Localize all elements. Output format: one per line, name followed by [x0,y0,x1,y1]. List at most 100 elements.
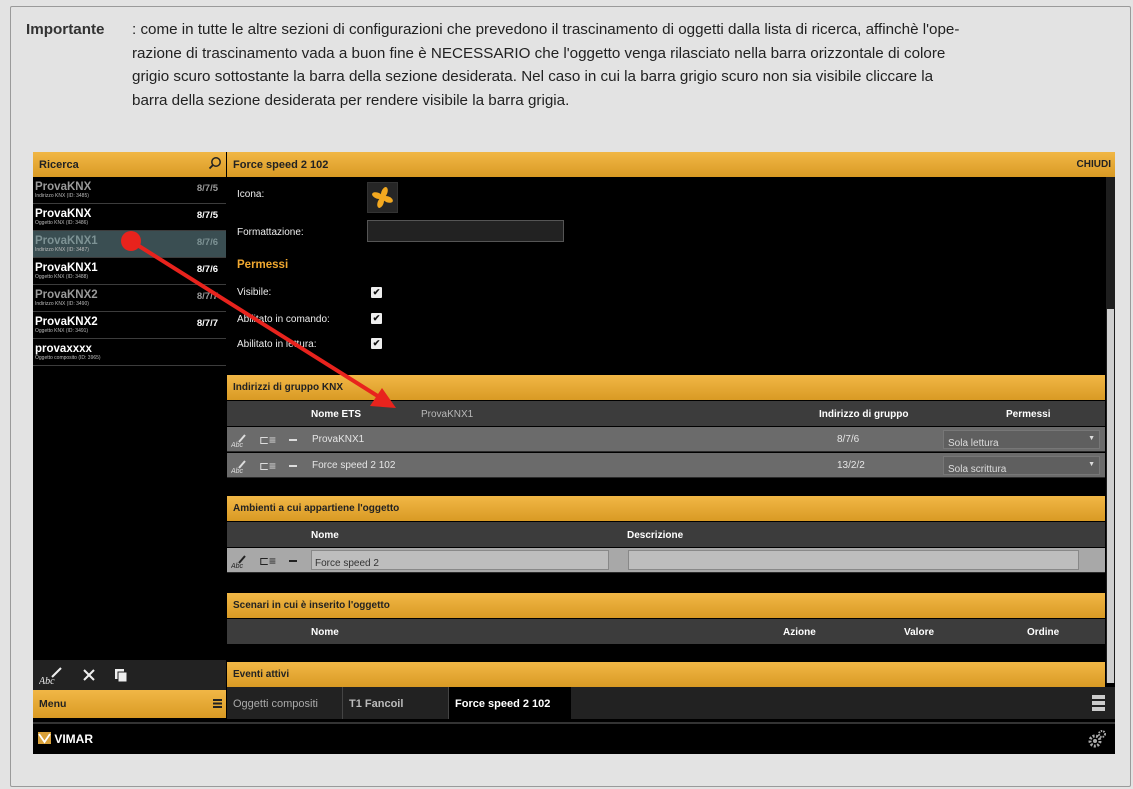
permission-select[interactable]: Sola lettura ▼ [943,430,1100,449]
note-line-1: : come in tutte le altre sezioni di conf… [132,21,960,38]
knx-row-name: ProvaKNX1 [312,434,365,445]
col-description: Descrizione [627,530,684,541]
panel-scrollbar[interactable] [1106,177,1115,683]
list-view-icon[interactable] [1092,695,1105,712]
svg-text:Abc: Abc [231,442,244,448]
result-subtitle: Oggetto KNX (ID: 3488) [35,274,89,280]
tab-t1-fancoil[interactable]: T1 Fancoil [343,687,449,719]
object-detail-panel: Force speed 2 102 CHIUDI Icona: Formatta… [227,152,1115,722]
events-section-title: Eventi attivi [233,669,290,680]
search-result-item[interactable]: provaxxxx Oggetto composito (ID: 3965) [33,339,226,366]
visible-label: Visibile: [237,287,272,298]
table-row: Abc ⊏≡ Force speed 2 102 13/2/2 Sola scri… [227,453,1105,478]
scenarios-drop-bar[interactable]: Nome Azione Valore Ordine [227,619,1105,644]
environments-drop-bar[interactable]: Nome Descrizione [227,522,1105,547]
row-actions-icon[interactable]: Abc ⊏≡ [231,432,307,448]
result-name: ProvaKNX [35,208,92,220]
search-result-item[interactable]: ProvaKNX2 Oggetto KNX (ID: 3491) 8/7/7 [33,312,226,339]
search-title: Ricerca [39,159,79,171]
row-actions-icon[interactable]: Abc ⊏≡ [231,553,307,569]
note-line-3: grigio scuro sottostante la barra della … [132,68,934,85]
vimar-logo-icon [38,732,51,744]
permission-select-value: Sola scrittura [948,464,1007,475]
result-address: 8/7/6 [196,264,218,275]
result-address: 8/7/5 [196,183,218,194]
permission-select[interactable]: Sola scrittura ▼ [943,456,1100,475]
col-ets-name: Nome ETS [311,409,362,420]
format-input[interactable] [367,220,564,242]
result-name: ProvaKNX1 [35,262,98,274]
result-subtitle: Indirizzo KNX (ID: 3487) [35,247,89,253]
permissions-title: Permessi [237,259,289,271]
svg-text:⊏≡: ⊏≡ [259,459,276,473]
environments-section-header[interactable]: Ambienti a cui appartiene l'oggetto [227,496,1105,521]
environments-section-title: Ambienti a cui appartiene l'oggetto [233,503,400,514]
settings-gear-icon[interactable] [1087,729,1107,749]
search-result-item[interactable]: ProvaKNX1 Oggetto KNX (ID: 3488) 8/7/6 [33,258,226,285]
result-subtitle: Oggetto KNX (ID: 3491) [35,328,89,334]
row-actions-icon[interactable]: Abc ⊏≡ [231,458,307,474]
tab-force-speed[interactable]: Force speed 2 102 [449,687,571,719]
permission-select-value: Sola lettura [948,438,999,449]
tab-oggetti-compositi[interactable]: Oggetti compositi [227,687,343,719]
events-section-header[interactable]: Eventi attivi [227,662,1105,687]
knx-row-address: 13/2/2 [837,460,865,471]
visible-checkbox[interactable]: ✔ [371,287,382,298]
search-result-item[interactable]: ProvaKNX Oggetto KNX (ID: 3486) 8/7/5 [33,204,226,231]
knx-section-header[interactable]: Indirizzi di gruppo KNX [227,375,1105,400]
result-address: 8/7/6 [196,237,218,248]
dropdown-arrow-icon: ▼ [1088,461,1095,468]
bottom-tab-bar: Oggetti compositi T1 Fancoil Force speed… [227,687,1115,719]
note-line-2: razione di trascinamento vada a buon fin… [132,44,946,62]
tab-label: Oggetti compositi [233,698,318,710]
important-note: Importante : come in tutte le altre sezi… [26,18,1126,112]
scenarios-section-header[interactable]: Scenari in cui è inserito l'oggetto [227,593,1105,618]
result-name: ProvaKNX2 [35,316,98,328]
knx-drop-bar[interactable]: Nome ETS ProvaKNX1 Indirizzo di gruppo P… [227,401,1105,426]
env-name-value: Force speed 2 [315,558,379,569]
search-header[interactable]: Ricerca [33,152,226,177]
search-result-item[interactable]: ProvaKNX Indirizzo KNX (ID: 3485) 8/7/5 [33,177,226,204]
env-description-input[interactable] [628,550,1079,570]
svg-text:Abc: Abc [231,468,244,474]
search-icon[interactable] [208,156,222,170]
result-subtitle: Oggetto KNX (ID: 3486) [35,220,89,226]
svg-text:⊏≡: ⊏≡ [259,433,276,447]
panel-header: Force speed 2 102 CHIUDI [227,152,1115,177]
format-label: Formattazione: [237,227,304,238]
note-line-4: barra della sezione desiderata per rende… [132,91,570,109]
close-button[interactable]: CHIUDI [1077,159,1111,170]
copy-icon[interactable] [113,667,129,683]
drag-ghost-label: ProvaKNX1 [421,409,474,420]
read-label: Abilitato in lettura: [237,339,317,350]
vimar-logo: VIMAR [38,732,93,746]
menu-bar[interactable]: Menu [33,690,226,718]
command-checkbox[interactable]: ✔ [371,313,382,324]
col-group-address: Indirizzo di gruppo [819,409,909,420]
result-name: ProvaKNX1 [35,235,98,247]
read-checkbox[interactable]: ✔ [371,338,382,349]
fan-icon-picker[interactable] [367,182,398,213]
tab-label: T1 Fancoil [349,698,404,710]
rename-icon[interactable]: Abc [39,666,65,686]
scrollbar-thumb[interactable] [1107,309,1114,683]
icon-label: Icona: [237,189,265,200]
result-subtitle: Oggetto composito (ID: 3965) [35,355,101,361]
panel-title: Force speed 2 102 [233,159,329,171]
result-subtitle: Indirizzo KNX (ID: 3485) [35,193,89,199]
search-result-item[interactable]: ProvaKNX2 Indirizzo KNX (ID: 3490) 8/7/7 [33,285,226,312]
col-permissions: Permessi [1006,409,1051,420]
search-result-item[interactable]: ProvaKNX1 Indirizzo KNX (ID: 3487) 8/7/6 [33,231,226,258]
result-address: 8/7/7 [196,318,218,329]
knx-section-title: Indirizzi di gruppo KNX [233,382,343,393]
vimar-brand: VIMAR [54,732,94,746]
result-name: ProvaKNX [35,181,92,193]
command-label: Abilitato in comando: [237,314,330,325]
env-name-input[interactable]: Force speed 2 [311,550,609,570]
col-name: Nome [311,530,339,541]
result-name: ProvaKNX2 [35,289,98,301]
search-panel: Ricerca ProvaKNX Indirizzo KNX (ID: 3485)… [33,152,226,722]
col-action: Azione [783,627,816,638]
close-icon[interactable] [82,668,96,682]
hamburger-icon[interactable] [213,698,222,708]
